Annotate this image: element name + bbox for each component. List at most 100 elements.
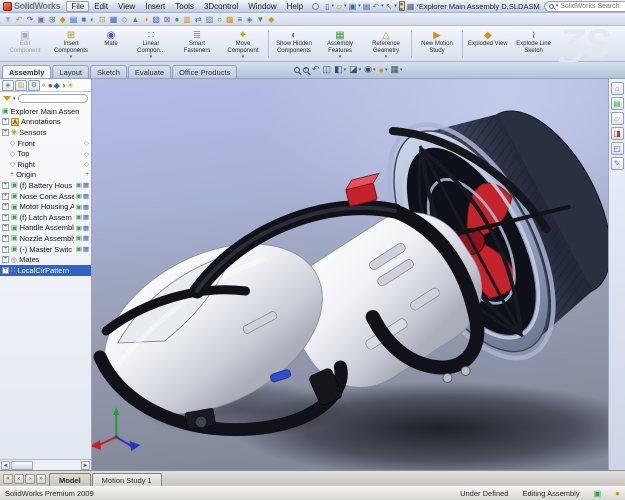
dropdown-caret[interactable]: ▾ (339, 55, 342, 60)
hide-show-items-icon[interactable]: ◉▾ (364, 64, 375, 75)
print-icon[interactable]: ▤ (363, 2, 371, 11)
toolbar-icon[interactable]: ▩ (226, 15, 234, 24)
tab-model[interactable]: Model (49, 473, 91, 486)
toolbar-icon[interactable]: ↷ (27, 15, 34, 24)
tree-item-nozzle-assembly[interactable]: + ▣ Nozzle Assembly ▣▦ (0, 233, 91, 244)
mate-button[interactable]: ◉ Mate (94, 27, 128, 61)
scene-light-icon[interactable]: ☀ (67, 81, 74, 90)
solidworks-resources-icon[interactable]: ⌂ (611, 82, 624, 95)
select-caret[interactable]: ▾ (394, 3, 397, 9)
tree-item-handle-assembly[interactable]: + ▣ Handle Assembl ▣▦ (0, 223, 91, 234)
toolbar-icon[interactable]: ▤ (70, 15, 78, 24)
tree-item-right-plane[interactable]: ◇ Right ◇ (0, 159, 91, 170)
filter-input[interactable] (18, 94, 88, 103)
new-document-icon[interactable]: ▯ (325, 2, 329, 11)
expand-toggle[interactable]: + (2, 267, 9, 274)
tab-evaluate[interactable]: Evaluate (128, 65, 171, 78)
new-motion-study-button[interactable]: ▶ New Motion Study (414, 27, 460, 61)
search-box[interactable]: ▾ (544, 1, 625, 12)
zoom-to-fit-icon[interactable] (294, 67, 300, 73)
toolbar-icon[interactable]: ◑ (143, 15, 148, 24)
menu-pin-icon[interactable] (312, 3, 319, 10)
tree-item-origin[interactable]: + Origin + (0, 170, 91, 181)
save-caret[interactable]: ▾ (358, 3, 361, 9)
toolbar-icon[interactable]: ◐ (90, 15, 95, 24)
toolbar-icon[interactable]: ▧ (152, 15, 160, 24)
filter-caret[interactable]: ▾ (13, 96, 16, 102)
dropdown-caret[interactable]: ▾ (150, 55, 153, 60)
exploded-view-button[interactable]: ◆ Exploded View (465, 27, 511, 61)
tree-item-motor-housing[interactable]: + ▣ Motor Housing A ▣▦ (0, 201, 91, 212)
tab-layout[interactable]: Layout (52, 65, 89, 78)
tab-assembly[interactable]: Assembly (2, 65, 51, 78)
toolbar-icon[interactable]: ▲ (131, 15, 139, 24)
first-tab-button[interactable]: « (3, 474, 13, 484)
view-palette-icon[interactable]: ◨ (611, 127, 624, 140)
tree-item-local-cir-pattern[interactable]: + ∷ LocalCirPattern (0, 265, 91, 276)
tree-item-nose-cone-assembly[interactable]: + ▣ Nose Cone Asse ▣▦ (0, 191, 91, 202)
menu-edit[interactable]: Edit (89, 1, 113, 12)
last-tab-button[interactable]: » (36, 474, 46, 484)
status-sphere-icon[interactable]: ● (615, 489, 620, 498)
menu-insert[interactable]: Insert (140, 1, 170, 12)
scroll-thumb[interactable] (11, 461, 33, 470)
undo-icon[interactable]: ↶ (372, 2, 379, 11)
toolbar-icon[interactable]: ▨ (206, 15, 214, 24)
tab-motion-study-1[interactable]: Motion Study 1 (92, 473, 162, 486)
menu-window[interactable]: Window (243, 1, 281, 12)
zoom-to-area-icon[interactable] (303, 67, 309, 73)
toolbar-icon[interactable]: ⇄ (195, 15, 202, 24)
3d-scene[interactable] (92, 79, 608, 470)
tree-item-front-plane[interactable]: ◇ Front ◇ (0, 138, 91, 149)
scroll-right-button[interactable]: ► (81, 461, 90, 470)
toolbar-icon[interactable]: ▼ (4, 15, 12, 24)
search-input[interactable] (560, 3, 625, 10)
edit-appearance-icon[interactable]: ●▾ (379, 65, 388, 75)
quick-tips-icon[interactable]: ▣ (594, 489, 602, 498)
show-hidden-components-button[interactable]: ◐ Show Hidden Components (271, 27, 317, 61)
menu-file[interactable]: File (66, 1, 89, 12)
search-caret[interactable]: ▾ (556, 3, 559, 9)
pie-icon[interactable]: ◑ (61, 81, 66, 90)
explode-line-sketch-button[interactable]: ≀ Explode Line Sketch (511, 27, 557, 61)
panel-horizontal-scrollbar[interactable]: ◄ ► (0, 459, 91, 470)
collapse-chevrons-icon[interactable]: « (42, 82, 46, 89)
toolbar-icon[interactable]: ◆ (60, 15, 66, 24)
toolbar-icon[interactable]: ▦ (110, 15, 118, 24)
toolbar-icon[interactable]: ○ (217, 15, 222, 24)
toolbar-icon[interactable]: ◈ (246, 15, 252, 24)
tree-item-latch-assembly[interactable]: + ▣ (f) Latch Assem ▣▦ (0, 212, 91, 223)
toolbar-icon[interactable]: ◆ (268, 15, 274, 24)
toolbar-icon[interactable]: ⊡ (99, 15, 106, 24)
custom-properties-icon[interactable]: ✎ (611, 157, 624, 170)
tab-office-products[interactable]: Office Products (172, 65, 237, 78)
undo-caret[interactable]: ▾ (381, 3, 384, 9)
toolbar-icon[interactable]: ⊠ (164, 15, 171, 24)
toolbar-icon[interactable]: ⊞ (49, 15, 56, 24)
tree-item-sensors[interactable]: + ◉ Sensors (0, 127, 91, 138)
expand-toggle[interactable]: + (2, 214, 9, 221)
feature-tree-tab-icon[interactable]: ◈ (2, 80, 14, 91)
expand-toggle[interactable]: + (2, 246, 9, 253)
design-library-icon[interactable]: ▤ (611, 97, 624, 110)
menu-3dcontrol[interactable]: 3Dcontrol (199, 1, 243, 12)
options-grid-icon[interactable]: ▦ (407, 2, 415, 11)
toolbar-icon[interactable]: ● (174, 15, 179, 24)
expand-toggle[interactable]: + (2, 203, 9, 210)
view-orientation-icon[interactable]: ◧▾ (334, 64, 346, 75)
expand-toggle[interactable]: + (2, 193, 9, 200)
move-component-button[interactable]: ✦ Move Component ▾ (220, 27, 266, 61)
display-style-icon[interactable]: ◪▾ (349, 64, 361, 75)
dropdown-caret[interactable]: ▾ (242, 55, 245, 60)
smart-fasteners-button[interactable]: ≣ Smart Fasteners (174, 27, 220, 61)
expand-toggle[interactable]: + (2, 118, 9, 125)
expand-toggle[interactable]: + (2, 129, 9, 136)
appearances-icon[interactable]: ● (48, 81, 53, 90)
expand-toggle[interactable]: + (2, 235, 9, 242)
select-icon[interactable]: ↖ (386, 2, 393, 11)
prev-tab-button[interactable]: ‹ (14, 474, 24, 484)
tree-item-root-assembly[interactable]: ▣ Explorer Main Assen (0, 106, 91, 117)
expand-toggle[interactable]: + (2, 256, 9, 263)
property-manager-tab-icon[interactable]: ▤ (15, 80, 27, 91)
expand-toggle[interactable]: + (2, 182, 9, 189)
